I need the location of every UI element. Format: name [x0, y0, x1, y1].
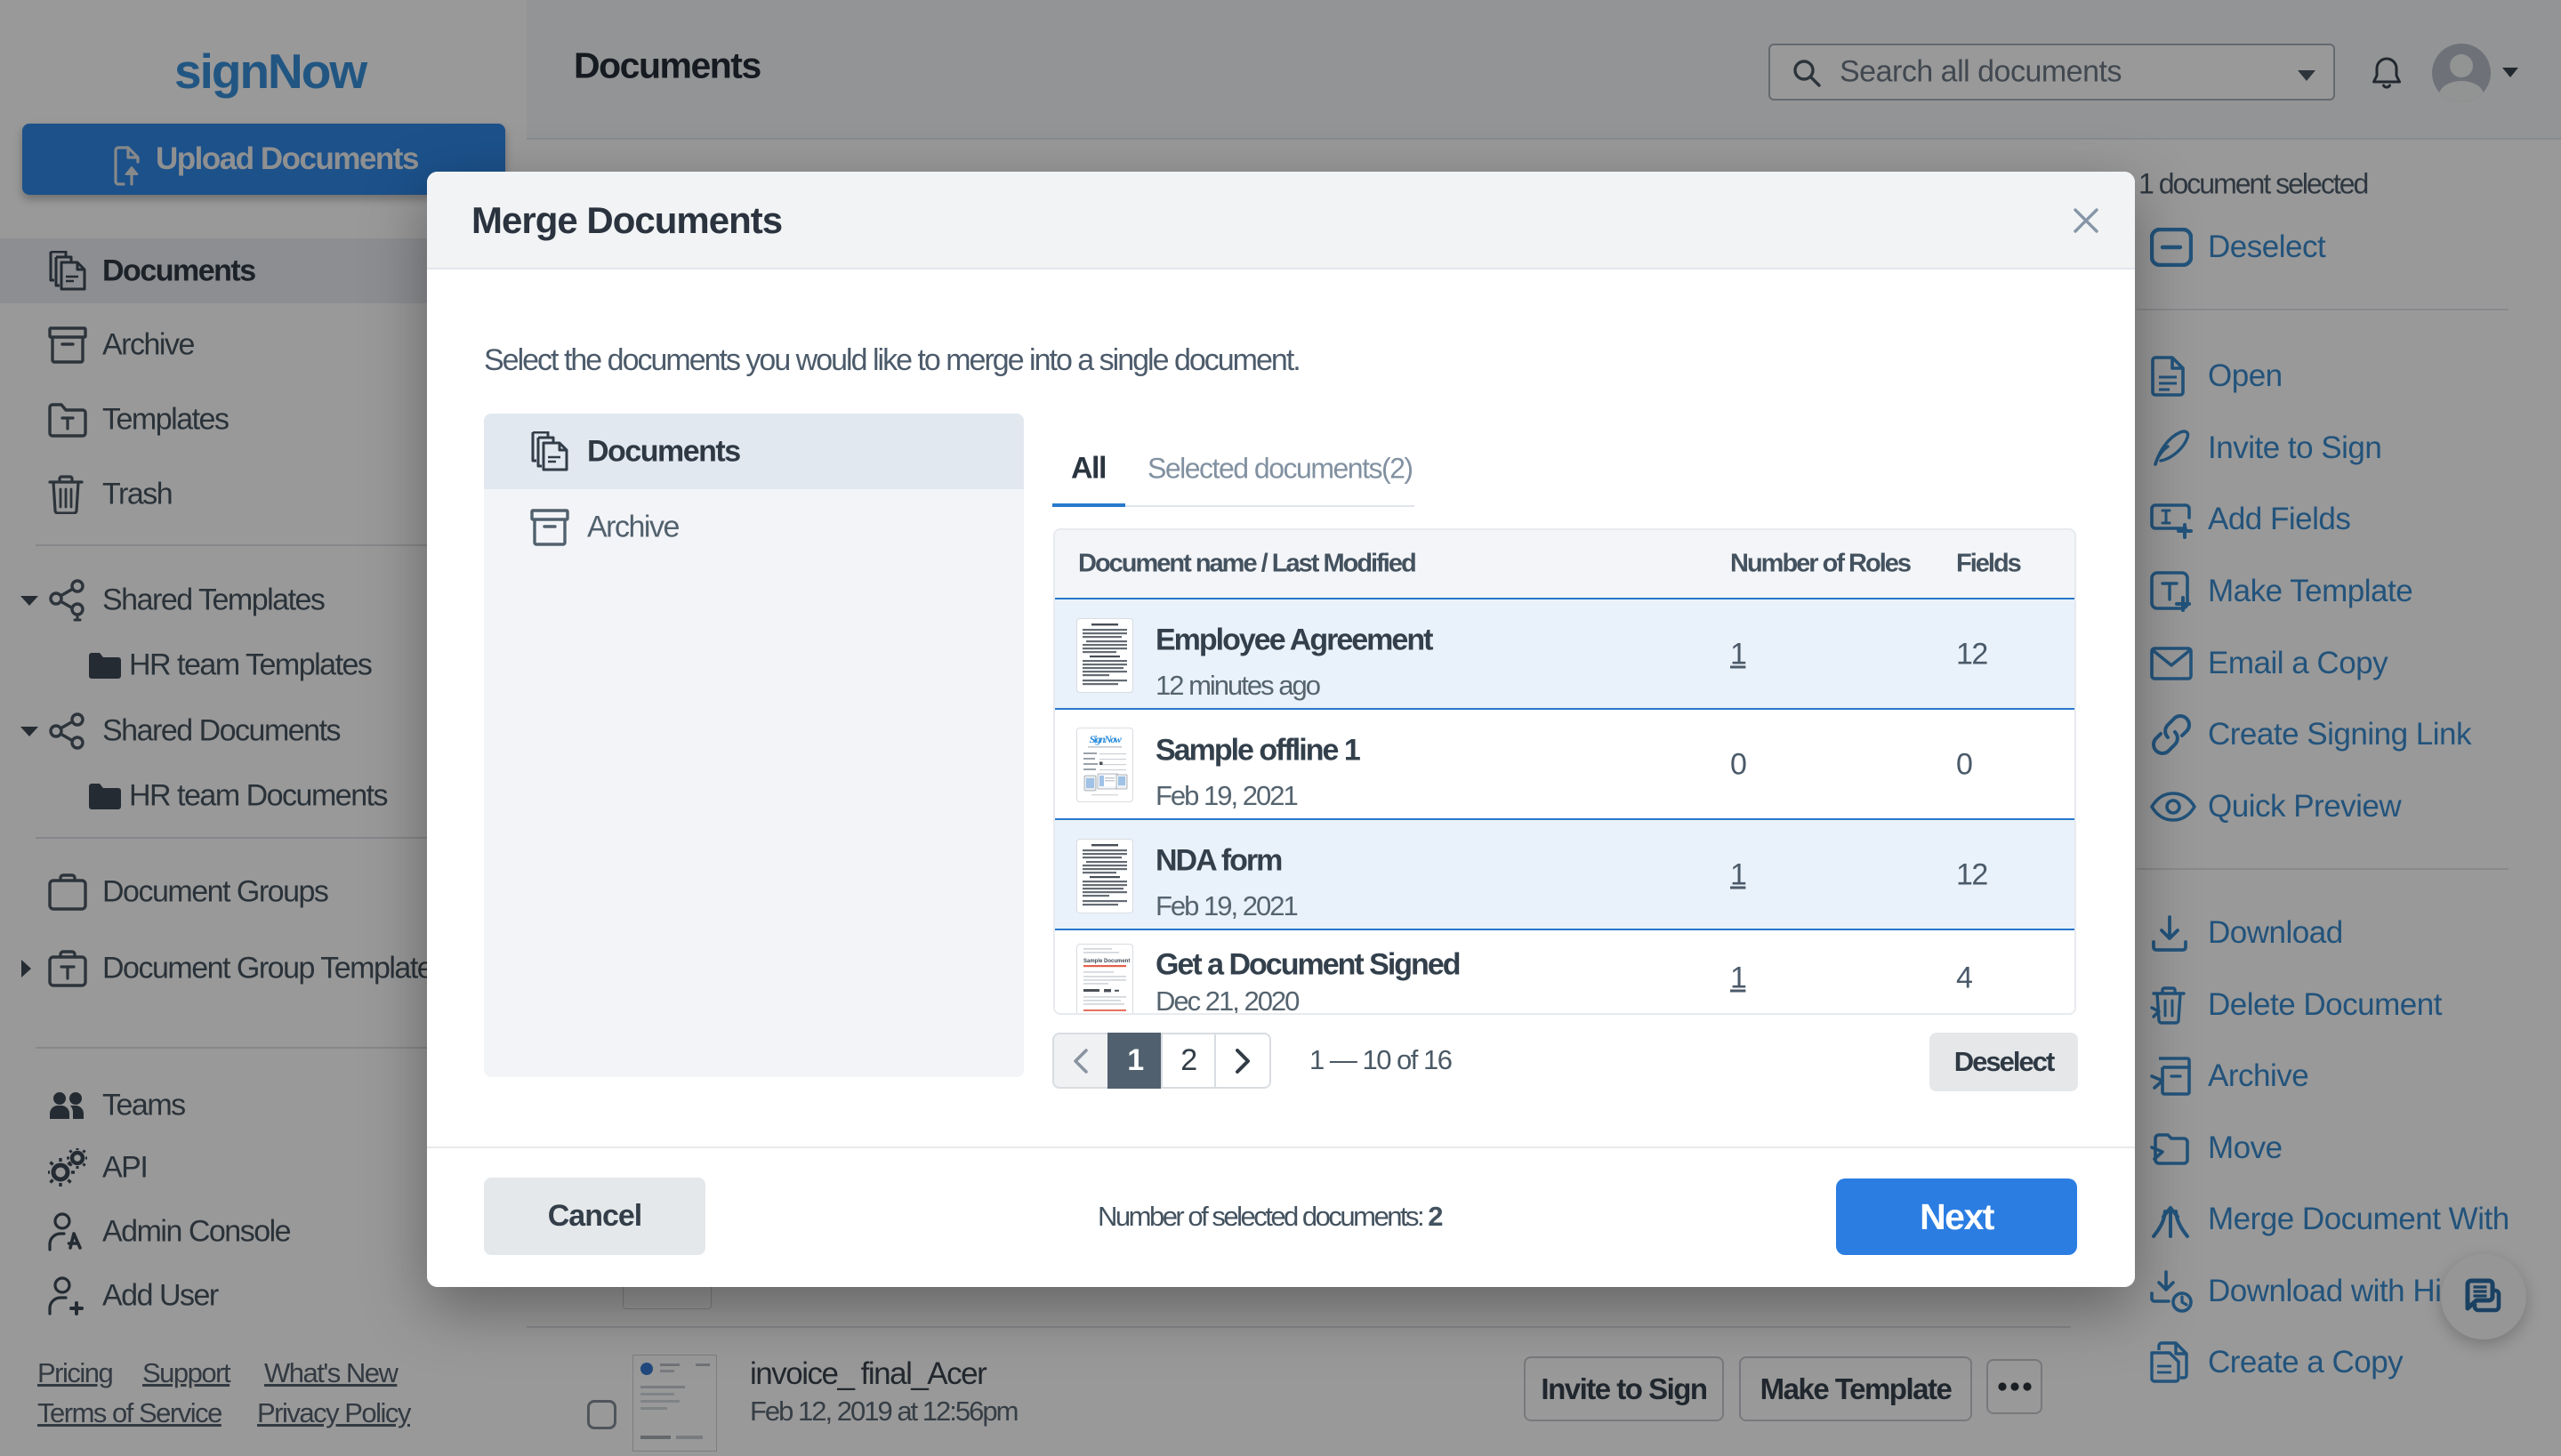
svg-text:Sample Document: Sample Document: [1083, 959, 1130, 964]
svg-text:SignNow: SignNow: [1090, 733, 1123, 745]
